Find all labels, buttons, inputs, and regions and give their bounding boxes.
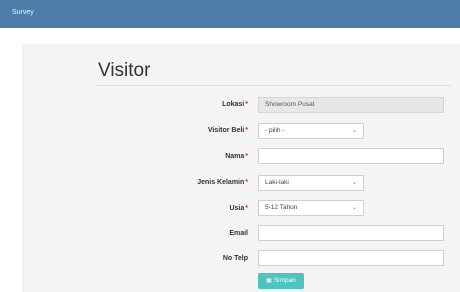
visitor-beli-label: Visitor Beli* [128,127,248,134]
lokasi-value: Showroom Pusat [265,101,315,108]
page-title: Visitor [98,60,151,81]
chevron-down-icon: ⌄ [351,205,357,211]
usia-label: Usia* [128,205,248,212]
visitor-beli-value: - pilih - [265,127,285,134]
required-mark: * [245,179,248,186]
nama-label-text: Nama [225,153,245,160]
lokasi-label: Lokasi* [128,101,248,108]
visitor-beli-label-text: Visitor Beli [207,127,245,134]
simpan-button[interactable]: ▣ Simpan [258,273,304,289]
no-telp-label-text: No Telp [222,255,248,262]
no-telp-input[interactable] [258,250,444,266]
required-mark: * [245,153,248,160]
usia-label-text: Usia [229,205,245,212]
email-label-text: Email [229,230,248,237]
jenis-kelamin-label: Jenis Kelamin* [128,179,248,186]
jenis-kelamin-value: Laki-laki [265,179,289,186]
usia-value: 5-12 Tahun [265,204,298,211]
simpan-label: Simpan [273,277,296,284]
jenis-kelamin-select[interactable]: Laki-laki ⌄ [258,175,364,191]
usia-select[interactable]: 5-12 Tahun ⌄ [258,200,364,216]
nama-input[interactable] [258,148,444,164]
top-navbar: Survey [0,0,460,28]
chevron-down-icon: ⌄ [351,180,357,186]
jenis-kelamin-label-text: Jenis Kelamin [197,179,245,186]
nama-label: Nama* [128,153,248,160]
email-label: Email [128,230,248,237]
required-mark: * [245,127,248,134]
lokasi-label-text: Lokasi [222,101,245,108]
email-input[interactable] [258,225,444,241]
lokasi-field[interactable]: Showroom Pusat [258,97,444,113]
save-icon: ▣ [266,278,272,284]
chevron-down-icon: ⌄ [351,128,357,134]
title-divider [96,85,452,86]
no-telp-label: No Telp [128,255,248,262]
required-mark: * [245,205,248,212]
brand-link[interactable]: Survey [12,9,34,16]
required-mark: * [245,101,248,108]
visitor-beli-select[interactable]: - pilih - ⌄ [258,123,364,139]
